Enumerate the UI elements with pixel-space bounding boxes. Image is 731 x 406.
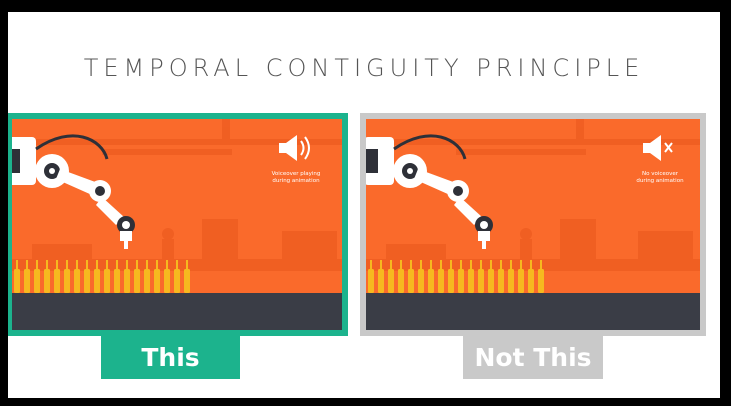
conveyor-belt bbox=[12, 293, 342, 330]
bottle-neck bbox=[520, 260, 522, 270]
slide: TEMPORAL CONTIGUITY PRINCIPLE Voiceover … bbox=[8, 12, 720, 398]
bottle bbox=[104, 269, 110, 293]
bottle-neck bbox=[116, 260, 118, 270]
bottle-neck bbox=[430, 260, 432, 270]
bottle bbox=[388, 269, 394, 293]
bottle bbox=[488, 269, 494, 293]
bottle-neck bbox=[410, 260, 412, 270]
bottle bbox=[114, 269, 120, 293]
bottle-neck bbox=[186, 260, 188, 270]
not-this-label: Not This bbox=[463, 336, 603, 379]
bottle bbox=[64, 269, 70, 293]
bottle-neck bbox=[530, 260, 532, 270]
bottle bbox=[378, 269, 384, 293]
bottle-neck bbox=[500, 260, 502, 270]
bottle-neck bbox=[46, 260, 48, 270]
bottle bbox=[184, 269, 190, 293]
bottle bbox=[124, 269, 130, 293]
bottle-neck bbox=[166, 260, 168, 270]
panel-this: Voiceover playing during animation bbox=[8, 113, 348, 336]
bottle-neck bbox=[16, 260, 18, 270]
bottle bbox=[498, 269, 504, 293]
caption-line-1: Voiceover playing bbox=[272, 171, 321, 177]
bottle-neck bbox=[450, 260, 452, 270]
panel-not-this: No voiceover during animation bbox=[360, 113, 706, 336]
bottle-neck bbox=[370, 260, 372, 270]
factory-animation-voiceover: Voiceover playing during animation bbox=[12, 119, 342, 330]
bottle-neck bbox=[510, 260, 512, 270]
bottle bbox=[438, 269, 444, 293]
bottle bbox=[164, 269, 170, 293]
bottle-neck bbox=[96, 260, 98, 270]
bottle bbox=[34, 269, 40, 293]
this-label: This bbox=[101, 336, 240, 379]
bottle-neck bbox=[480, 260, 482, 270]
bottle-neck bbox=[36, 260, 38, 270]
bottle bbox=[94, 269, 100, 293]
bottle-neck bbox=[106, 260, 108, 270]
caption-line-1: No voiceover bbox=[642, 171, 679, 177]
bottle bbox=[144, 269, 150, 293]
bottle-neck bbox=[400, 260, 402, 270]
bottle bbox=[54, 269, 60, 293]
bottle bbox=[44, 269, 50, 293]
bottle bbox=[538, 269, 544, 293]
bottle bbox=[24, 269, 30, 293]
bottle-neck bbox=[440, 260, 442, 270]
conveyor-belt bbox=[366, 293, 700, 330]
bottle bbox=[174, 269, 180, 293]
bottle-neck bbox=[146, 260, 148, 270]
bottle bbox=[508, 269, 514, 293]
bottle-neck bbox=[420, 260, 422, 270]
bottle-neck bbox=[86, 260, 88, 270]
bottle-neck bbox=[66, 260, 68, 270]
bottle-neck bbox=[380, 260, 382, 270]
caption-line-2: during animation bbox=[272, 178, 320, 184]
bottle bbox=[368, 269, 374, 293]
bottle-neck bbox=[176, 260, 178, 270]
bottle-neck bbox=[56, 260, 58, 270]
bottle bbox=[418, 269, 424, 293]
bottle bbox=[74, 269, 80, 293]
bottle bbox=[428, 269, 434, 293]
bottle bbox=[154, 269, 160, 293]
bottle bbox=[528, 269, 534, 293]
bottle-neck bbox=[470, 260, 472, 270]
factory-animation-no-voiceover: No voiceover during animation bbox=[366, 119, 700, 330]
bottle bbox=[478, 269, 484, 293]
bottle bbox=[448, 269, 454, 293]
slide-title: TEMPORAL CONTIGUITY PRINCIPLE bbox=[83, 54, 645, 82]
bottle bbox=[84, 269, 90, 293]
bottle bbox=[134, 269, 140, 293]
bottle bbox=[14, 269, 20, 293]
bottle bbox=[408, 269, 414, 293]
caption-line-2: during animation bbox=[636, 178, 684, 184]
bottle bbox=[468, 269, 474, 293]
bottle-neck bbox=[540, 260, 542, 270]
bottle bbox=[458, 269, 464, 293]
bottle-neck bbox=[490, 260, 492, 270]
bottle-neck bbox=[136, 260, 138, 270]
bottle-neck bbox=[126, 260, 128, 270]
bottle-neck bbox=[460, 260, 462, 270]
bottle-neck bbox=[76, 260, 78, 270]
bottle bbox=[518, 269, 524, 293]
bottle-neck bbox=[26, 260, 28, 270]
bottle-neck bbox=[156, 260, 158, 270]
bottle-neck bbox=[390, 260, 392, 270]
bottle bbox=[398, 269, 404, 293]
